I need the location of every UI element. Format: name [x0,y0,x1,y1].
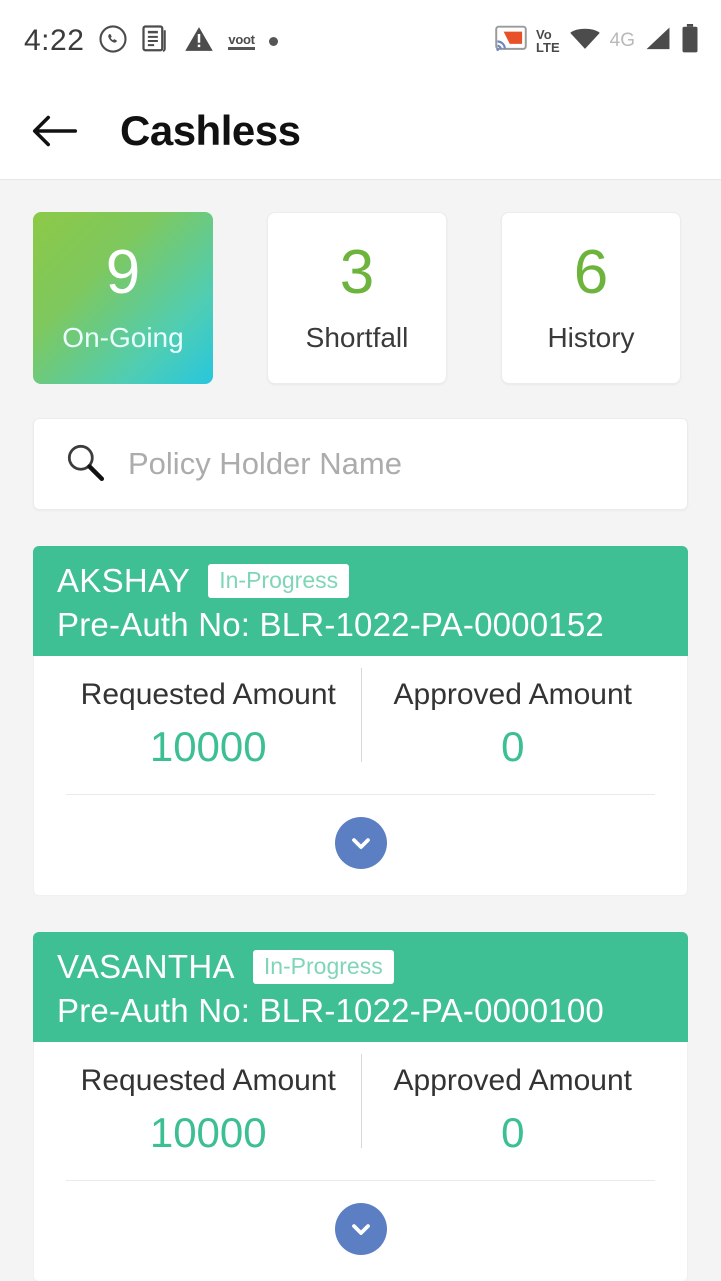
policy-holder-name: AKSHAY [57,562,191,599]
claim-card-header-row: VASANTHA In-Progress [57,948,664,986]
tab-history[interactable]: 6 History [501,212,681,384]
expand-card-button[interactable] [334,1203,387,1255]
amount-divider [360,1054,362,1148]
claim-card-header: VASANTHA In-Progress Pre-Auth No: BLR-10… [33,932,688,1042]
phone-screen: 4:22 voot Vo LTE 4G Cashless 9 On-Going … [0,0,721,1281]
requested-amount-value: 10000 [149,1109,267,1156]
volte-icon: Vo LTE [536,27,560,55]
approved-amount-value: 0 [501,1109,525,1156]
status-bar-left: 4:22 voot [24,24,278,59]
news-document-icon [142,24,170,59]
tab-history-label: History [547,322,635,353]
requested-amount-label: Requested Amount [80,1064,336,1097]
tab-history-count: 6 [573,238,609,307]
tab-shortfall[interactable]: 3 Shortfall [267,212,447,384]
network-type-label: 4G [609,30,635,51]
claim-card[interactable]: VASANTHA In-Progress Pre-Auth No: BLR-10… [33,932,688,1281]
tab-on-going-label: On-Going [62,322,184,353]
voot-app-icon: voot [228,33,255,50]
approved-amount-label: Approved Amount [393,1064,633,1097]
back-arrow-icon [32,115,78,146]
status-badge: In-Progress [252,950,394,984]
approved-amount-column: Approved Amount 0 [361,678,666,768]
claim-card-body: Requested Amount 10000 Approved Amount 0 [33,1042,688,1281]
back-button[interactable] [28,104,82,158]
expand-row [56,1181,665,1281]
page-title: Cashless [120,106,301,154]
amount-row: Requested Amount 10000 Approved Amount 0 [56,1042,665,1154]
battery-icon [681,23,699,59]
approved-amount-column: Approved Amount 0 [361,1064,666,1154]
pre-auth-number: Pre-Auth No: BLR-1022-PA-0000100 [57,992,604,1029]
requested-amount-value: 10000 [149,723,267,770]
status-filter-tabs: 9 On-Going 3 Shortfall 6 History [33,180,688,384]
amount-divider [360,668,362,762]
generic-notification-dot-icon [268,36,278,46]
search-icon [64,441,106,488]
chevron-down-icon [351,1224,370,1235]
tab-on-going[interactable]: 9 On-Going [33,212,213,384]
whatsapp-icon [98,24,128,59]
claim-card-header-row: AKSHAY In-Progress [57,562,664,600]
approved-amount-label: Approved Amount [393,678,633,711]
expand-card-button[interactable] [334,817,387,869]
expand-row [56,795,665,895]
tab-shortfall-label: Shortfall [305,322,409,353]
claim-card-header: AKSHAY In-Progress Pre-Auth No: BLR-1022… [33,546,688,656]
chevron-down-icon [351,838,370,849]
claim-card-body: Requested Amount 10000 Approved Amount 0 [33,656,688,896]
search-input[interactable] [128,446,657,482]
approved-amount-value: 0 [501,723,525,770]
tab-shortfall-count: 3 [339,238,375,307]
page-content: 9 On-Going 3 Shortfall 6 History Policy … [0,180,721,1281]
app-bar: Cashless [0,82,721,180]
pre-auth-number: Pre-Auth No: BLR-1022-PA-0000152 [57,606,604,643]
requested-amount-column: Requested Amount 10000 [56,1064,361,1154]
wifi-icon [569,26,601,57]
search-bar[interactable] [33,418,688,510]
status-badge: In-Progress [208,564,350,598]
status-bar-clock: 4:22 [24,24,85,57]
requested-amount-label: Requested Amount [80,678,336,711]
warning-triangle-icon [184,25,214,58]
status-bar-right: Vo LTE 4G [495,23,699,59]
cellular-signal-icon [644,26,672,57]
status-bar: 4:22 voot Vo LTE 4G [0,0,721,82]
requested-amount-column: Requested Amount 10000 [56,678,361,768]
claim-card[interactable]: AKSHAY In-Progress Pre-Auth No: BLR-1022… [33,546,688,896]
amount-row: Requested Amount 10000 Approved Amount 0 [56,656,665,768]
policy-holder-name: VASANTHA [57,948,235,985]
screen-cast-icon [495,25,527,58]
tab-on-going-count: 9 [105,238,141,307]
